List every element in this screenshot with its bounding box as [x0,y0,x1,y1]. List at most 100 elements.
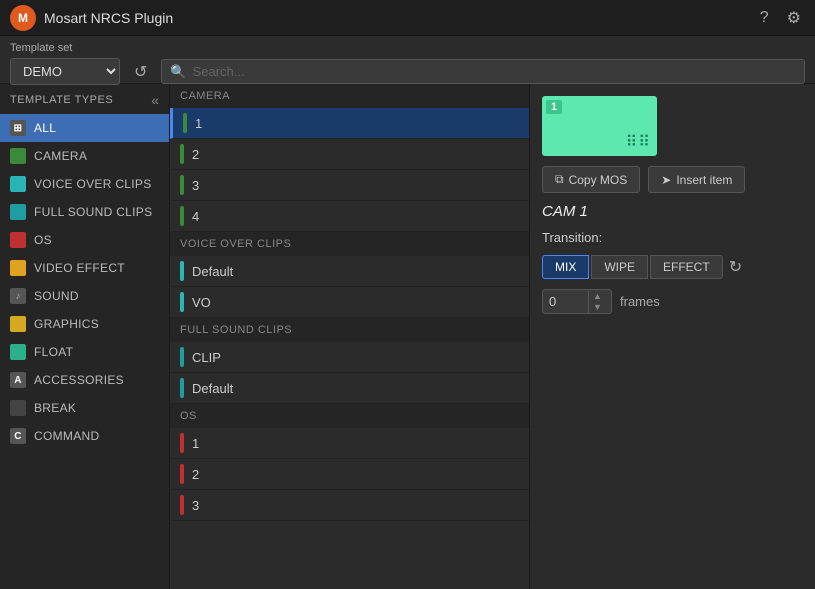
template-item-os-3[interactable]: 3 [170,490,529,521]
template-item-camera-2[interactable]: 2 [170,139,529,170]
sidebar-item-label: SOUND [34,289,79,303]
sound-icon: ♪ [10,288,26,304]
sidebar-item-label: VOICE OVER CLIPS [34,177,152,191]
command-icon: C [10,428,26,444]
search-icon: 🔍 [170,64,186,80]
sidebar-item-label: FLOAT [34,345,73,359]
template-item-vo-vo[interactable]: VO [170,287,529,318]
section-header-os: OS [170,404,529,428]
refresh-button[interactable]: ↺ [128,60,153,84]
sidebar-item-label: ALL [34,121,56,135]
insert-item-button[interactable]: ➤ Insert item [648,166,745,193]
section-header-camera: CAMERA [170,84,529,108]
sidebar-item-camera[interactable]: CAMERA [0,142,169,170]
settings-button[interactable]: ⚙ [783,4,805,32]
app-logo: M [10,5,36,31]
float-icon [10,344,26,360]
frames-increment-button[interactable]: ▲ [589,291,606,302]
transition-wipe-button[interactable]: WIPE [591,255,648,279]
preview-dots: ⠿⠿ [626,132,651,152]
template-item-vo-default[interactable]: Default [170,256,529,287]
frames-row: ▲ ▼ frames [542,289,803,314]
sidebar-item-float[interactable]: FLOAT [0,338,169,366]
frames-decrement-button[interactable]: ▼ [589,302,606,313]
transition-effect-button[interactable]: EFFECT [650,255,723,279]
preview-badge: 1 [546,100,562,114]
template-set-select[interactable]: DEMO DEFAULT TEST [10,58,120,85]
camera-bar [180,144,184,164]
os-bar [180,464,184,484]
sidebar-item-command[interactable]: C COMMAND [0,422,169,450]
sidebar-item-accessories[interactable]: A ACCESSORIES [0,366,169,394]
template-item-camera-4[interactable]: 4 [170,201,529,232]
sidebar-collapse-button[interactable]: « [151,92,159,108]
sidebar-item-label: COMMAND [34,429,99,443]
search-input[interactable] [193,60,796,83]
title-bar-left: M Mosart NRCS Plugin [10,5,173,31]
preview-actions: ⧉ Copy MOS ➤ Insert item [542,166,803,193]
fs-icon [10,204,26,220]
ve-icon [10,260,26,276]
template-item-camera-1[interactable]: 1 [170,108,529,139]
transition-buttons: MIX WIPE EFFECT ↻ [542,255,803,279]
search-wrapper: 🔍 [161,59,805,84]
frames-input-wrapper: ▲ ▼ [542,289,612,314]
break-icon [10,400,26,416]
sidebar-item-os[interactable]: OS [0,226,169,254]
copy-mos-label: Copy MOS [569,173,628,187]
fs-bar [180,347,184,367]
sidebar-item-voice-over[interactable]: VOICE OVER CLIPS [0,170,169,198]
sidebar-header: Template Types « [0,84,169,114]
template-item-os-1[interactable]: 1 [170,428,529,459]
graphics-icon [10,316,26,332]
frames-label: frames [620,294,660,309]
copy-mos-button[interactable]: ⧉ Copy MOS [542,166,640,193]
sidebar-item-label: ACCESSORIES [34,373,124,387]
toolbar: Template set DEMO DEFAULT TEST ↺ 🔍 [0,36,815,84]
sidebar-item-label: OS [34,233,52,247]
sidebar-item-label: CAMERA [34,149,87,163]
template-item-camera-3[interactable]: 3 [170,170,529,201]
vo-icon [10,176,26,192]
section-header-vo: VOICE OVER CLIPS [170,232,529,256]
sidebar-item-label: GRAPHICS [34,317,99,331]
transition-refresh-button[interactable]: ↻ [729,257,742,277]
insert-icon: ➤ [661,173,671,187]
os-bar [180,433,184,453]
accessories-icon: A [10,372,26,388]
sidebar-item-full-sound[interactable]: FULL SOUND CLIPS [0,198,169,226]
sidebar-item-graphics[interactable]: GRAPHICS [0,310,169,338]
template-item-fs-clip[interactable]: CLIP [170,342,529,373]
transition-label: Transition: [542,230,803,245]
camera-bar [183,113,187,133]
template-item-os-2[interactable]: 2 [170,459,529,490]
camera-bar [180,206,184,226]
all-icon: ⊞ [10,120,26,136]
sidebar-item-all[interactable]: ⊞ ALL [0,114,169,142]
title-bar-right: ? ⚙ [756,4,805,32]
sidebar-item-label: VIDEO EFFECT [34,261,125,275]
fs-bar [180,378,184,398]
main-area: Template Types « ⊞ ALL CAMERA VOICE OVER… [0,84,815,589]
title-bar: M Mosart NRCS Plugin ? ⚙ [0,0,815,36]
preview-name: CAM 1 [542,203,803,220]
copy-icon: ⧉ [555,172,564,187]
insert-item-label: Insert item [676,173,732,187]
sidebar-title: Template Types [10,94,113,106]
os-icon [10,232,26,248]
camera-icon [10,148,26,164]
sidebar-item-break[interactable]: BREAK [0,394,169,422]
app-title: Mosart NRCS Plugin [44,10,173,26]
preview-thumbnail: 1 ⠿⠿ [542,96,657,156]
frames-input[interactable] [543,290,588,313]
vo-bar [180,292,184,312]
transition-mix-button[interactable]: MIX [542,255,589,279]
sidebar-item-video-effect[interactable]: VIDEO EFFECT [0,254,169,282]
help-button[interactable]: ? [756,5,773,31]
sidebar-item-sound[interactable]: ♪ SOUND [0,282,169,310]
template-list: CAMERA 1 2 3 4 VOICE OVER CLIPS Default … [170,84,530,589]
template-item-fs-default[interactable]: Default [170,373,529,404]
os-bar [180,495,184,515]
sidebar: Template Types « ⊞ ALL CAMERA VOICE OVER… [0,84,170,589]
vo-bar [180,261,184,281]
